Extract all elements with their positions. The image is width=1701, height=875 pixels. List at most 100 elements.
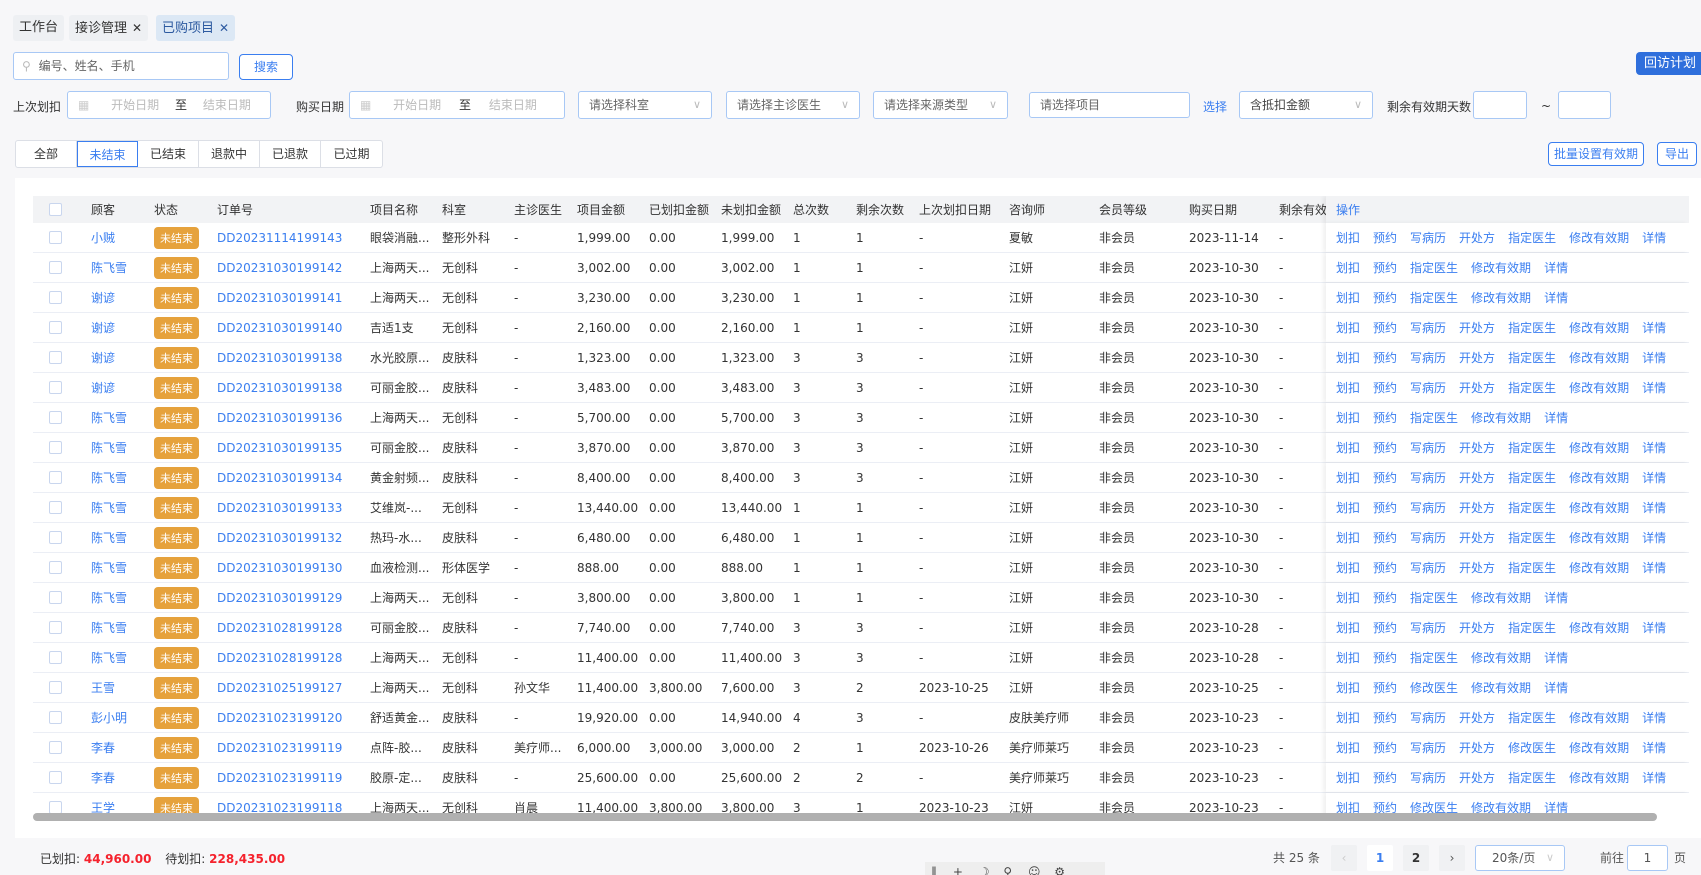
item-input[interactable]: 请选择项目 (1029, 92, 1190, 118)
action-link[interactable]: 指定医生 (1508, 439, 1556, 456)
action-link[interactable]: 预约 (1373, 319, 1397, 336)
action-link[interactable]: 划扣 (1336, 649, 1360, 666)
action-link[interactable]: 划扣 (1336, 589, 1360, 606)
action-link[interactable]: 写病历 (1410, 769, 1446, 786)
order-link[interactable]: DD20231030199141 (217, 291, 342, 305)
action-link[interactable]: 划扣 (1336, 319, 1360, 336)
customer-link[interactable]: 小贼 (91, 229, 115, 246)
action-link[interactable]: 开处方 (1459, 379, 1495, 396)
action-link[interactable]: 指定医生 (1410, 259, 1458, 276)
row-checkbox[interactable] (49, 561, 62, 574)
action-link[interactable]: 详情 (1642, 499, 1666, 516)
action-link[interactable]: 划扣 (1336, 679, 1360, 696)
status-tab[interactable]: 全部 (16, 141, 77, 167)
action-link[interactable]: 修改有效期 (1569, 349, 1629, 366)
customer-link[interactable]: 谢谚 (91, 349, 115, 366)
action-link[interactable]: 指定医生 (1508, 349, 1556, 366)
action-link[interactable]: 写病历 (1410, 739, 1446, 756)
page-1-button[interactable]: 1 (1367, 845, 1393, 871)
action-link[interactable]: 预约 (1373, 229, 1397, 246)
order-link[interactable]: DD20231030199138 (217, 351, 342, 365)
horizontal-scrollbar[interactable] (33, 813, 1657, 821)
order-link[interactable]: DD20231023199119 (217, 771, 342, 785)
order-link[interactable]: DD20231030199130 (217, 561, 342, 575)
action-link[interactable]: 预约 (1373, 589, 1397, 606)
action-link[interactable]: 修改有效期 (1569, 469, 1629, 486)
action-link[interactable]: 预约 (1373, 559, 1397, 576)
action-link[interactable]: 指定医生 (1508, 499, 1556, 516)
action-link[interactable]: 指定医生 (1410, 289, 1458, 306)
order-link[interactable]: DD20231030199132 (217, 531, 342, 545)
action-link[interactable]: 划扣 (1336, 409, 1360, 426)
action-link[interactable]: 修改医生 (1410, 679, 1458, 696)
row-checkbox[interactable] (49, 291, 62, 304)
action-link[interactable]: 划扣 (1336, 379, 1360, 396)
action-link[interactable]: 详情 (1544, 259, 1568, 276)
action-link[interactable]: 详情 (1642, 769, 1666, 786)
action-link[interactable]: 详情 (1642, 349, 1666, 366)
action-link[interactable]: 划扣 (1336, 499, 1360, 516)
action-link[interactable]: 详情 (1642, 379, 1666, 396)
action-link[interactable]: 修改有效期 (1569, 739, 1629, 756)
row-checkbox[interactable] (49, 741, 62, 754)
action-link[interactable]: 划扣 (1336, 289, 1360, 306)
row-checkbox[interactable] (49, 771, 62, 784)
row-checkbox[interactable] (49, 231, 62, 244)
order-link[interactable]: DD20231030199136 (217, 411, 342, 425)
action-link[interactable]: 开处方 (1459, 439, 1495, 456)
action-link[interactable]: 指定医生 (1508, 469, 1556, 486)
close-icon[interactable]: ✕ (132, 21, 142, 35)
row-checkbox[interactable] (49, 321, 62, 334)
action-link[interactable]: 划扣 (1336, 469, 1360, 486)
gear-icon[interactable]: ⚙ (1054, 865, 1065, 875)
action-link[interactable]: 预约 (1373, 379, 1397, 396)
action-link[interactable]: 指定医生 (1508, 769, 1556, 786)
order-link[interactable]: DD20231030199134 (217, 471, 342, 485)
customer-link[interactable]: 陈飞雪 (91, 439, 127, 456)
row-checkbox[interactable] (49, 681, 62, 694)
search-input[interactable]: ⚲ 编号、姓名、手机 (13, 52, 229, 80)
action-link[interactable]: 修改有效期 (1471, 679, 1531, 696)
order-link[interactable]: DD20231114199143 (217, 231, 342, 245)
action-link[interactable]: 详情 (1642, 319, 1666, 336)
action-link[interactable]: 预约 (1373, 739, 1397, 756)
action-link[interactable]: 预约 (1373, 769, 1397, 786)
action-link[interactable]: 指定医生 (1508, 229, 1556, 246)
close-icon[interactable]: ✕ (219, 21, 229, 35)
goto-page-input[interactable]: 1 (1627, 845, 1668, 871)
action-link[interactable]: 详情 (1642, 469, 1666, 486)
action-link[interactable]: 详情 (1642, 439, 1666, 456)
action-link[interactable]: 指定医生 (1508, 529, 1556, 546)
row-checkbox[interactable] (49, 471, 62, 484)
action-link[interactable]: 修改有效期 (1569, 709, 1629, 726)
tab-reception[interactable]: 接诊管理 ✕ (69, 15, 149, 41)
action-link[interactable]: 划扣 (1336, 619, 1360, 636)
action-link[interactable]: 开处方 (1459, 469, 1495, 486)
action-link[interactable]: 修改有效期 (1569, 559, 1629, 576)
action-link[interactable]: 开处方 (1459, 349, 1495, 366)
action-link[interactable]: 修改有效期 (1471, 259, 1531, 276)
action-link[interactable]: 预约 (1373, 619, 1397, 636)
order-link[interactable]: DD20231030199142 (217, 261, 342, 275)
status-tab[interactable]: 已过期 (321, 141, 382, 167)
action-link[interactable]: 详情 (1544, 289, 1568, 306)
action-link[interactable]: 预约 (1373, 439, 1397, 456)
action-link[interactable]: 修改有效期 (1569, 499, 1629, 516)
action-link[interactable]: 预约 (1373, 499, 1397, 516)
action-link[interactable]: 修改有效期 (1471, 649, 1531, 666)
followup-plan-button[interactable]: 回访计划 (1636, 52, 1701, 75)
action-link[interactable]: 修改有效期 (1569, 619, 1629, 636)
action-link[interactable]: 开处方 (1459, 229, 1495, 246)
action-link[interactable]: 开处方 (1459, 319, 1495, 336)
action-link[interactable]: 详情 (1642, 709, 1666, 726)
action-link[interactable]: 指定医生 (1508, 319, 1556, 336)
row-checkbox[interactable] (49, 261, 62, 274)
action-link[interactable]: 写病历 (1410, 499, 1446, 516)
status-tab[interactable]: 未结束 (77, 141, 138, 167)
action-link[interactable]: 指定医生 (1508, 619, 1556, 636)
action-link[interactable]: 写病历 (1410, 619, 1446, 636)
customer-link[interactable]: 彭小明 (91, 709, 127, 726)
action-link[interactable]: 修改有效期 (1569, 529, 1629, 546)
action-link[interactable]: 写病历 (1410, 349, 1446, 366)
action-link[interactable]: 预约 (1373, 349, 1397, 366)
